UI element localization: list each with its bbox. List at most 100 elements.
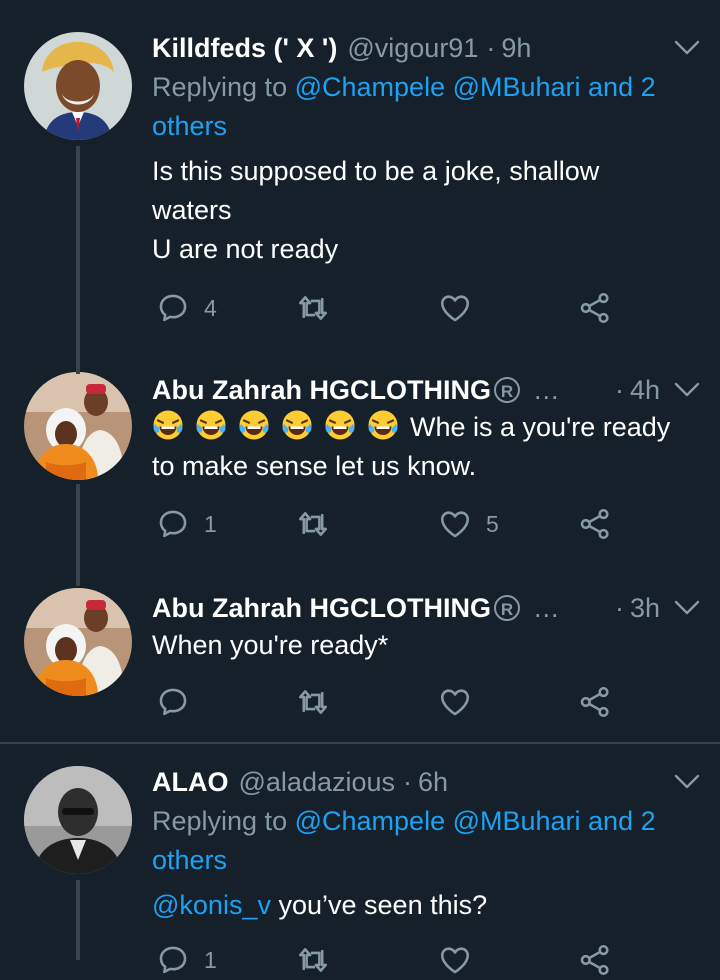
- timestamp[interactable]: 4h: [630, 375, 660, 406]
- display-name[interactable]: Killdfeds (' X '): [152, 33, 337, 64]
- avatar[interactable]: [24, 372, 132, 480]
- retweet-icon: [296, 507, 330, 541]
- tweet-divider: [0, 742, 720, 744]
- like-icon: [438, 291, 472, 325]
- laughing-tears-emoji: [324, 409, 356, 441]
- timestamp[interactable]: 9h: [501, 33, 531, 64]
- thread-line: [76, 484, 80, 582]
- tweet-header: ALAO @aladazious · 6h: [152, 760, 700, 804]
- like-button[interactable]: 5: [438, 504, 499, 544]
- reply-button[interactable]: 4: [156, 288, 217, 328]
- separator-dot: ·: [403, 766, 413, 797]
- retweet-icon: [296, 685, 330, 719]
- laughing-tears-emoji: [238, 409, 270, 441]
- tweet-actions: 1: [152, 940, 632, 980]
- laughing-tears-emoji: [195, 409, 227, 441]
- tweet-header: Abu Zahrah HGCLOTHING R ... · 4h: [152, 368, 700, 412]
- laughing-tears-emoji: [367, 409, 399, 441]
- tweet-header: Killdfeds (' X ') @vigour91 · 9h: [152, 26, 700, 70]
- chevron-down-icon[interactable]: [674, 39, 700, 57]
- retweet-button[interactable]: [296, 682, 330, 722]
- tweet-actions: 4: [152, 288, 632, 328]
- avatar[interactable]: [24, 766, 132, 874]
- thread-line: [76, 880, 80, 960]
- tweet-text: Whe is a you're ready to make sense let …: [152, 408, 700, 486]
- tweet-text: @konis_v you’ve seen this?: [152, 886, 700, 925]
- tweet-text: Is this supposed to be a joke, shallow w…: [152, 152, 700, 269]
- like-icon: [438, 507, 472, 541]
- retweet-button[interactable]: [296, 504, 330, 544]
- like-count: 5: [486, 510, 499, 537]
- reply-icon: [156, 685, 190, 719]
- thread-line: [76, 146, 80, 350]
- name-truncation: ...: [534, 592, 560, 623]
- timestamp[interactable]: 6h: [418, 767, 448, 798]
- username[interactable]: @vigour91: [347, 33, 478, 64]
- replying-to: Replying to @Champele @MBuhari and 2 oth…: [152, 68, 700, 146]
- laughing-tears-emoji: [281, 409, 313, 441]
- tweet-text-line: When you're ready*: [152, 630, 389, 660]
- tweet-text: When you're ready*: [152, 626, 700, 665]
- timestamp[interactable]: 3h: [630, 593, 660, 624]
- share-button[interactable]: [578, 682, 612, 722]
- tweet-text-line1: Whe is a you're ready: [410, 412, 671, 442]
- reply-button[interactable]: 1: [156, 940, 217, 980]
- tweet-text-line: Is this supposed to be a joke, shallow: [152, 156, 600, 186]
- reply-count: 4: [204, 294, 217, 321]
- reply-icon: [156, 507, 190, 541]
- retweet-icon: [296, 943, 330, 977]
- replying-to-users[interactable]: @Champele @MBuhari and 2: [295, 72, 656, 102]
- like-button[interactable]: [438, 682, 472, 722]
- username[interactable]: @aladazious: [239, 767, 396, 798]
- share-button[interactable]: [578, 288, 612, 328]
- like-button[interactable]: [438, 288, 472, 328]
- tweet-text-line: U are not ready: [152, 234, 339, 264]
- replying-to-others[interactable]: others: [152, 841, 700, 880]
- display-name[interactable]: ALAO: [152, 767, 229, 798]
- chevron-down-icon[interactable]: [674, 381, 700, 399]
- share-icon: [578, 507, 612, 541]
- retweet-button[interactable]: [296, 288, 330, 328]
- tweet-text-line: to make sense let us know.: [152, 451, 477, 481]
- tweet[interactable]: Abu Zahrah HGCLOTHING R ... · 3h When yo…: [0, 578, 720, 732]
- avatar[interactable]: [24, 588, 132, 696]
- chevron-down-icon[interactable]: [674, 773, 700, 791]
- emoji-row: [152, 412, 410, 442]
- tweet[interactable]: ALAO @aladazious · 6h Replying to @Champ…: [0, 760, 720, 960]
- registered-mark: R: [494, 377, 520, 403]
- display-name[interactable]: Abu Zahrah HGCLOTHING: [152, 593, 491, 624]
- retweet-icon: [296, 291, 330, 325]
- reply-count: 1: [204, 510, 217, 537]
- display-name[interactable]: Abu Zahrah HGCLOTHING: [152, 375, 491, 406]
- share-button[interactable]: [578, 504, 612, 544]
- share-button[interactable]: [578, 940, 612, 980]
- like-icon: [438, 685, 472, 719]
- share-icon: [578, 943, 612, 977]
- tweet-actions: 1 5: [152, 504, 632, 544]
- tweet-header: Abu Zahrah HGCLOTHING R ... · 3h: [152, 586, 700, 630]
- avatar-image: [24, 32, 132, 140]
- share-icon: [578, 291, 612, 325]
- mention-link[interactable]: @konis_v: [152, 890, 271, 920]
- tweet[interactable]: Abu Zahrah HGCLOTHING R ... · 4h Whe is …: [0, 342, 720, 582]
- avatar[interactable]: [24, 32, 132, 140]
- tweet[interactable]: Killdfeds (' X ') @vigour91 · 9h Replyin…: [0, 26, 720, 350]
- reply-button[interactable]: 1: [156, 504, 217, 544]
- reply-icon: [156, 291, 190, 325]
- separator-dot: ·: [614, 374, 624, 405]
- avatar-image: [24, 766, 132, 874]
- retweet-button[interactable]: [296, 940, 330, 980]
- replying-to-others[interactable]: others: [152, 107, 700, 146]
- share-icon: [578, 685, 612, 719]
- like-button[interactable]: [438, 940, 472, 980]
- laughing-tears-emoji: [152, 409, 184, 441]
- like-icon: [438, 943, 472, 977]
- thread-line: [76, 578, 80, 586]
- tweet-actions: [152, 682, 632, 722]
- separator-dot: ·: [614, 592, 624, 623]
- reply-count: 1: [204, 946, 217, 973]
- replying-to-users[interactable]: @Champele @MBuhari and 2: [295, 806, 656, 836]
- thread-line: [76, 342, 80, 374]
- reply-button[interactable]: [156, 682, 190, 722]
- chevron-down-icon[interactable]: [674, 599, 700, 617]
